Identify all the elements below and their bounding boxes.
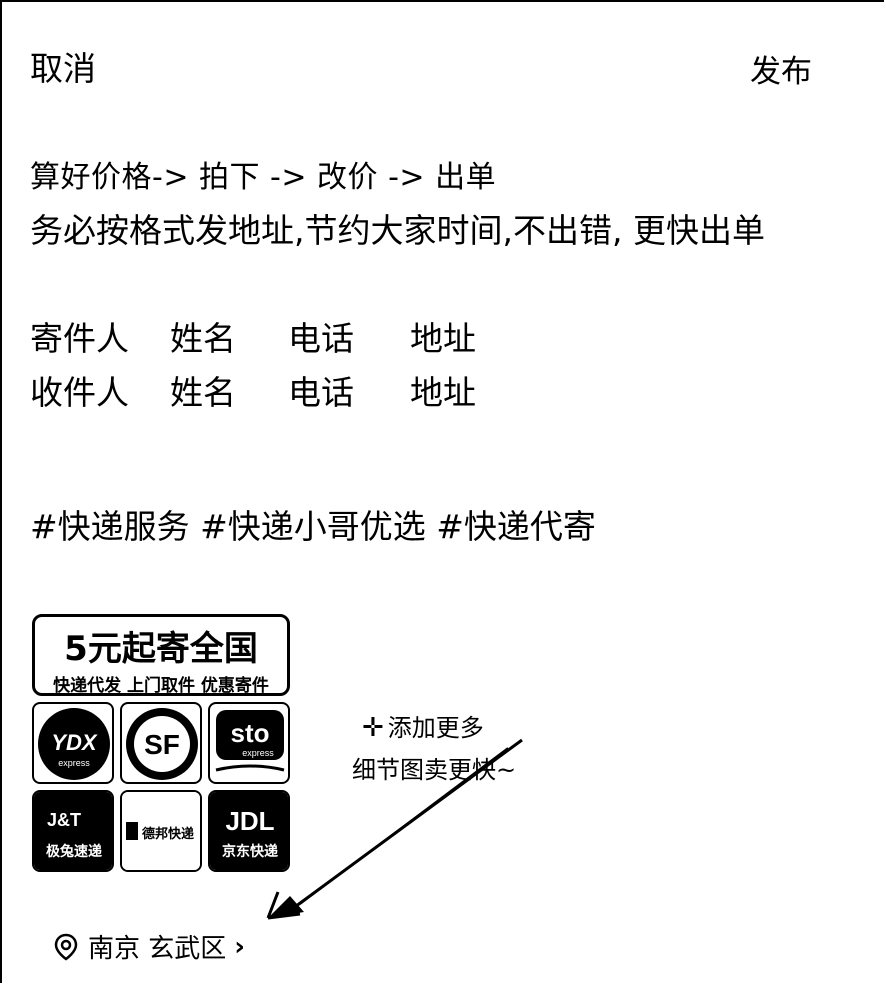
- location-label: 南京 玄武区: [88, 934, 227, 964]
- chevron-right-icon: ›: [234, 931, 245, 962]
- location-pin-icon: [54, 933, 78, 961]
- location-selector[interactable]: 南京 玄武区 ›: [52, 928, 245, 965]
- annotation-arrow: [266, 738, 523, 920]
